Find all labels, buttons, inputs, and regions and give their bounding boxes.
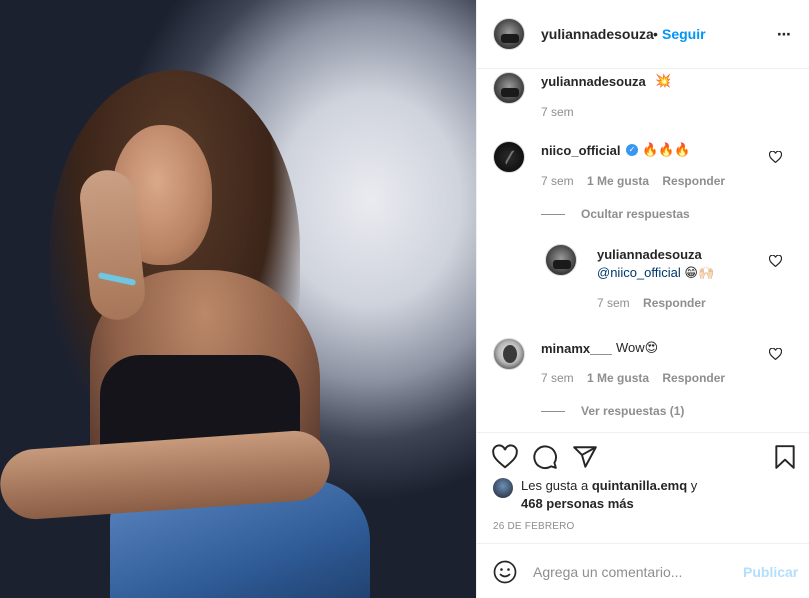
comment-time[interactable]: 7 sem <box>541 174 574 188</box>
post-comment-button[interactable]: Publicar <box>743 564 798 580</box>
comment-like-heart-icon[interactable] <box>769 348 782 360</box>
reply-content: @niico_official 😁🙌🏻 <box>597 265 714 281</box>
reply-username[interactable]: yuliannadesouza <box>597 247 702 262</box>
hide-replies-button[interactable]: Ocultar respuestas <box>541 207 690 221</box>
comment-reply-button[interactable]: Responder <box>662 371 725 385</box>
share-icon[interactable] <box>572 444 598 470</box>
comment-avatar[interactable] <box>493 338 525 370</box>
comment-time[interactable]: 7 sem <box>541 371 574 385</box>
comment-meta: 7 sem 1 Me gusta Responder <box>541 371 725 385</box>
bookmark-icon[interactable] <box>772 444 798 470</box>
reply-avatar[interactable] <box>545 244 577 276</box>
likes-prefix: Les gusta a <box>521 478 592 493</box>
comment-text: 🔥🔥🔥 <box>642 142 691 157</box>
comments-list[interactable]: yuliannadesouza 💥 7 sem niico_official ✓… <box>477 70 809 432</box>
reply-meta: 7 sem Responder <box>597 296 706 310</box>
comment-likes[interactable]: 1 Me gusta <box>587 174 649 188</box>
author-avatar[interactable] <box>493 18 525 50</box>
caption-username[interactable]: yuliannadesouza <box>541 74 646 89</box>
author-username[interactable]: yuliannadesouza <box>541 26 654 42</box>
comment-avatar[interactable] <box>493 141 525 173</box>
caption-text: 💥 <box>655 73 672 88</box>
likes-joiner: y <box>687 478 698 493</box>
reply-like-heart-icon[interactable] <box>769 255 782 267</box>
comment-meta: 7 sem 1 Me gusta Responder <box>541 174 725 188</box>
add-comment-bar: Publicar <box>477 543 809 598</box>
caption-time[interactable]: 7 sem <box>541 105 574 119</box>
heart-icon[interactable] <box>492 444 518 470</box>
likes-user-link[interactable]: quintanilla.emq <box>592 478 687 493</box>
view-replies-button[interactable]: Ver respuestas (1) <box>541 404 684 418</box>
reply-time[interactable]: 7 sem <box>597 296 630 310</box>
caption-avatar[interactable] <box>493 72 525 104</box>
comment-input[interactable] <box>533 564 733 580</box>
likes-summary: Les gusta a quintanilla.emq y <box>521 478 697 493</box>
comment-username[interactable]: minamx___ <box>541 341 612 356</box>
comment-reply-button[interactable]: Responder <box>662 174 725 188</box>
likes-others-link[interactable]: 468 personas más <box>521 496 634 511</box>
comment-icon[interactable] <box>532 444 558 470</box>
post-header: yuliannadesouza • Seguir ⋯ <box>477 0 809 69</box>
comment-likes[interactable]: 1 Me gusta <box>587 371 649 385</box>
verified-icon: ✓ <box>626 144 638 156</box>
reply-reply-button[interactable]: Responder <box>643 296 706 310</box>
post-side-panel: yuliannadesouza • Seguir ⋯ yuliannadesou… <box>476 0 809 598</box>
reply-text: 😁🙌🏻 <box>680 265 715 280</box>
comment-text: Wow😍 <box>616 340 659 355</box>
post-photo[interactable] <box>0 0 476 598</box>
liker-avatar[interactable] <box>493 478 513 498</box>
follow-button[interactable]: Seguir <box>662 26 706 42</box>
post-date[interactable]: 26 DE FEBRERO <box>493 521 575 532</box>
emoji-icon[interactable] <box>493 560 517 584</box>
reply-mention-link[interactable]: @niico_official <box>597 265 681 280</box>
comment-username[interactable]: niico_official <box>541 143 620 158</box>
header-separator: • <box>653 26 658 42</box>
more-icon[interactable]: ⋯ <box>777 26 792 43</box>
comment-like-heart-icon[interactable] <box>769 151 782 163</box>
